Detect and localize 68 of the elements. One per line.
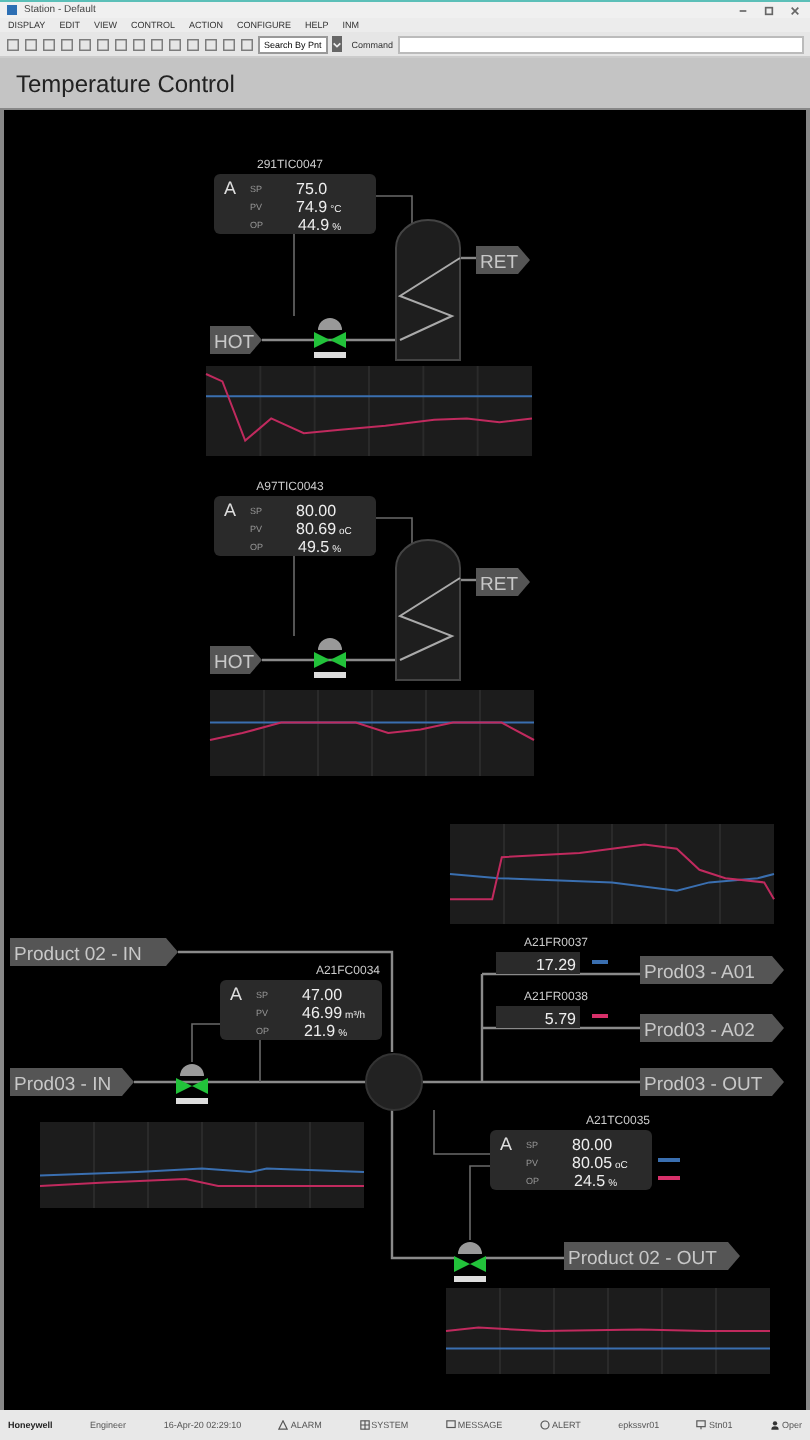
faceplate-panel[interactable] — [214, 174, 376, 234]
faceplate-panel[interactable] — [490, 1130, 652, 1190]
command-field[interactable] — [397, 35, 804, 53]
monitor-icon — [696, 1420, 707, 1430]
heat-exchanger-drawing — [395, 539, 461, 681]
display-title: Temperature Control — [16, 69, 235, 97]
signal-line — [293, 233, 295, 317]
stream-tag[interactable]: Product 02 - OUT — [564, 1242, 740, 1270]
signal-line — [433, 1109, 491, 1155]
app-icon — [6, 4, 18, 16]
signal-line — [191, 1023, 221, 1063]
mode-label: A — [224, 178, 237, 198]
flow-value: 5.79 — [544, 1010, 576, 1028]
user-icon — [769, 1420, 780, 1430]
square-icon[interactable] — [132, 37, 146, 51]
signal-line — [375, 517, 413, 547]
mixer-vessel — [365, 1053, 423, 1111]
square-icon[interactable] — [60, 37, 74, 51]
pipe-line — [262, 658, 396, 662]
pipe-line — [486, 1256, 564, 1260]
value-box — [496, 952, 580, 974]
square-icon[interactable] — [222, 37, 236, 51]
pipe-line — [262, 338, 396, 342]
faceplate-panel[interactable] — [214, 496, 376, 556]
square-icon[interactable] — [6, 37, 20, 51]
warning-icon — [278, 1420, 289, 1430]
square-icon[interactable] — [96, 37, 110, 51]
signal-line — [293, 555, 295, 637]
square-icon[interactable] — [204, 37, 218, 51]
stream-tag[interactable]: Prod03 - IN — [10, 1068, 134, 1096]
mode-label: A — [230, 984, 243, 1004]
square-icon[interactable] — [24, 37, 38, 51]
stream-tag[interactable]: Prod03 - OUT — [640, 1068, 784, 1096]
stream-tag[interactable]: Prod03 - A01 — [640, 956, 784, 984]
square-icon[interactable] — [42, 37, 56, 51]
valve-icon[interactable] — [454, 1242, 486, 1282]
stream-tag[interactable]: HOT — [210, 646, 262, 674]
signal-line — [375, 195, 413, 227]
square-icon[interactable] — [168, 37, 182, 51]
stream-tag[interactable]: HOT — [210, 326, 262, 354]
mode-label: A — [500, 1134, 513, 1154]
signal-line — [469, 1165, 491, 1241]
valve-icon[interactable] — [314, 638, 346, 678]
flow-value: 17.29 — [535, 956, 576, 974]
square-icon[interactable] — [150, 37, 164, 51]
parameter-value: 80.00 — [296, 502, 337, 520]
alert-icon — [539, 1420, 550, 1430]
square-icon[interactable] — [78, 37, 92, 51]
valve-icon[interactable] — [176, 1064, 208, 1104]
valve-icon[interactable] — [314, 318, 346, 358]
value-box — [496, 1006, 580, 1028]
grid-icon — [359, 1420, 370, 1430]
stream-tag[interactable]: RET — [476, 568, 530, 596]
parameter-value: 80.00 — [572, 1136, 613, 1154]
faceplate-panel[interactable] — [220, 980, 382, 1040]
message-icon — [445, 1420, 456, 1430]
signal-line — [259, 1039, 261, 1083]
stream-tag[interactable]: Prod03 - A02 — [640, 1014, 784, 1042]
square-icon[interactable] — [240, 37, 254, 51]
parameter-value: 47.00 — [302, 986, 343, 1004]
mode-label: A — [224, 500, 237, 520]
dropdown-button[interactable] — [331, 36, 342, 52]
parameter-value: 75.0 — [296, 180, 328, 198]
heat-exchanger-drawing — [395, 219, 461, 361]
stream-tag[interactable]: Product 02 - IN — [10, 938, 178, 966]
square-icon[interactable] — [186, 37, 200, 51]
stream-tag[interactable]: RET — [476, 246, 530, 274]
square-icon[interactable] — [114, 37, 128, 51]
